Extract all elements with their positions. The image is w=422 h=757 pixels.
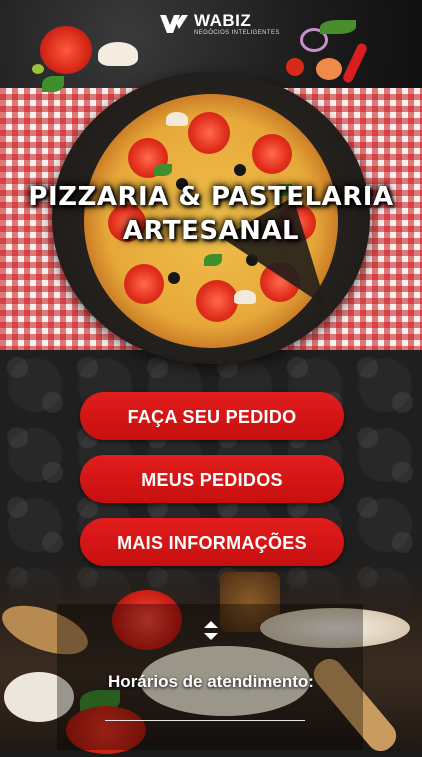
my-orders-button[interactable]: MEUS PEDIDOS bbox=[80, 455, 344, 503]
herb-decoration bbox=[320, 20, 356, 34]
basil-decoration bbox=[42, 76, 64, 92]
wabiz-logo-mark bbox=[160, 15, 194, 33]
title-line-2: ARTESANAL bbox=[122, 216, 300, 246]
hours-divider bbox=[105, 720, 305, 721]
logo-tagline: NEGÓCIOS INTELIGENTES bbox=[194, 30, 280, 36]
wabiz-logo: WABIZ NEGÓCIOS INTELIGENTES bbox=[160, 12, 280, 36]
cherry-tomato-decoration bbox=[286, 58, 304, 76]
more-info-button[interactable]: MAIS INFORMAÇÕES bbox=[80, 518, 344, 566]
tomato-decoration bbox=[40, 26, 92, 74]
up-down-arrows-icon[interactable] bbox=[201, 620, 221, 642]
restaurant-title: PIZZARIA & PASTELARIA ARTESANAL bbox=[0, 180, 422, 248]
place-order-button[interactable]: FAÇA SEU PEDIDO bbox=[80, 392, 344, 440]
mushroom-decoration bbox=[98, 42, 138, 66]
olive-decoration bbox=[32, 64, 44, 74]
title-line-1: PIZZARIA & PASTELARIA bbox=[28, 182, 394, 212]
logo-name: WABIZ bbox=[194, 11, 252, 30]
shrimp-decoration bbox=[316, 58, 342, 80]
hours-label: Horários de atendimento: bbox=[108, 672, 314, 691]
